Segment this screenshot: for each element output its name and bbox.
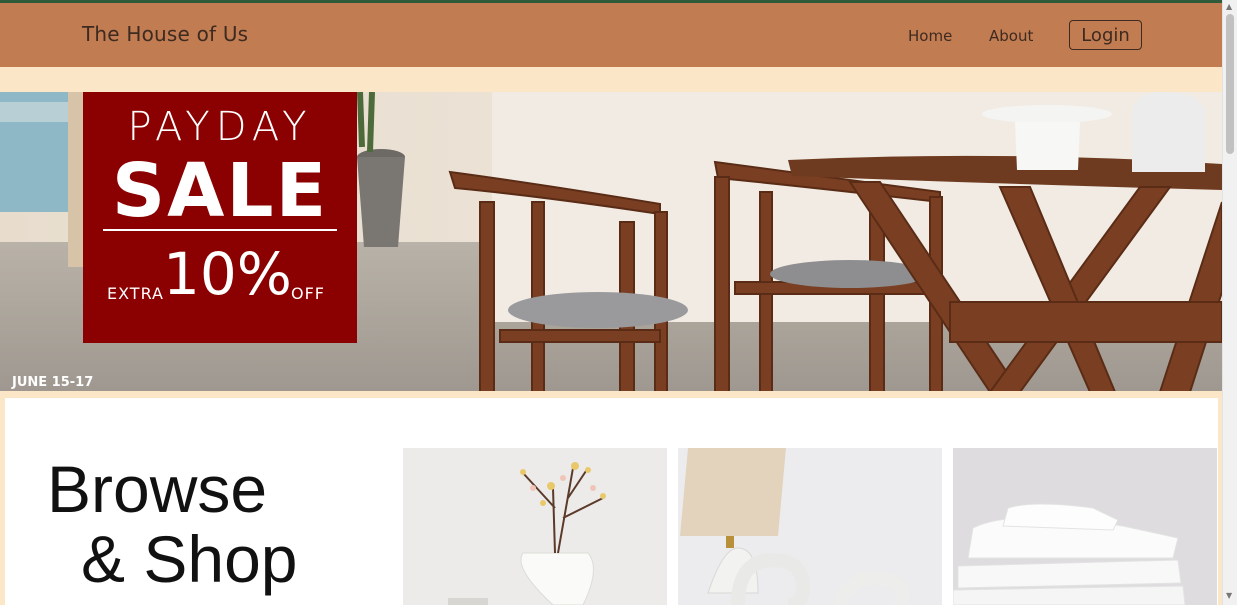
scroll-up-arrow-icon[interactable]: ▲ [1226, 2, 1232, 11]
navbar: The House of Us Home About Login [0, 3, 1222, 67]
sale-headline-main: SALE [111, 148, 329, 234]
sale-off-label: OFF [291, 284, 325, 303]
sale-discount: 10% [163, 240, 292, 308]
browse-section: Browse & Shop [5, 398, 1218, 605]
browse-title: Browse & Shop [47, 454, 367, 594]
vertical-scrollbar[interactable]: ▲ ▼ [1222, 0, 1237, 605]
sale-extra-label: EXTRA [107, 284, 164, 303]
scroll-down-arrow-icon[interactable]: ▼ [1226, 591, 1232, 600]
hero-banner[interactable]: PAYDAY SALE EXTRA 10% OFF JUNE 15-17 [0, 92, 1222, 391]
nav-home-link[interactable]: Home [908, 27, 952, 45]
browse-title-line1: Browse [47, 452, 268, 526]
page: The House of Us Home About Login PAYDAY … [0, 0, 1237, 605]
lamp-sculpture-image [678, 448, 942, 605]
nav-about-link[interactable]: About [989, 27, 1033, 45]
category-card-vase[interactable] [403, 448, 667, 605]
category-card-linens[interactable] [953, 448, 1217, 605]
sale-headline-top: PAYDAY [127, 104, 313, 150]
category-card-lamp[interactable] [678, 448, 942, 605]
login-button[interactable]: Login [1069, 20, 1142, 50]
sale-promo-box[interactable]: PAYDAY SALE EXTRA 10% OFF [83, 92, 357, 343]
browse-title-line2: & Shop [81, 522, 298, 596]
folded-linens-image [953, 448, 1217, 605]
brand-logo[interactable]: The House of Us [82, 22, 248, 46]
vase-branch-image [403, 448, 667, 605]
sale-divider [103, 229, 337, 231]
scroll-thumb[interactable] [1226, 14, 1234, 154]
sale-date: JUNE 15-17 [12, 375, 94, 390]
